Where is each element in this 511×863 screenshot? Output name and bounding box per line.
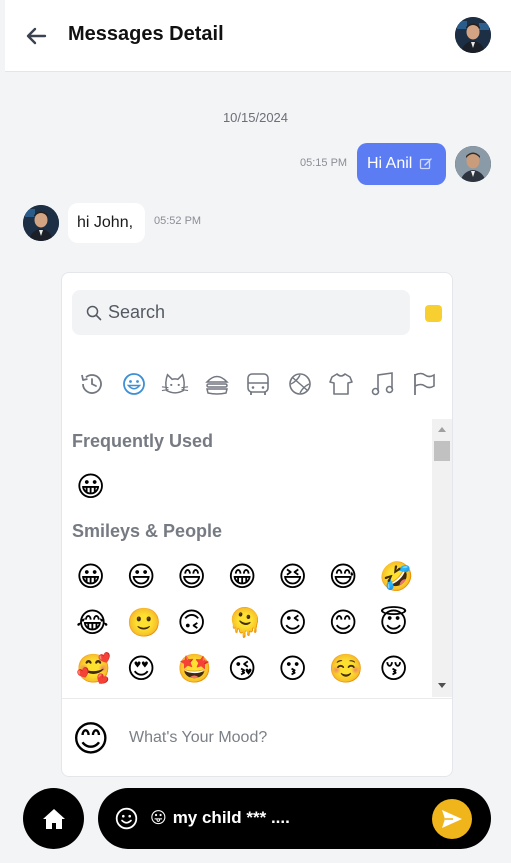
section-title: Smileys & People xyxy=(72,521,223,541)
smileys-icon[interactable] xyxy=(120,370,148,398)
emoji-item[interactable]: 😅 xyxy=(329,557,380,597)
send-button[interactable] xyxy=(432,799,472,839)
outgoing-message-bubble[interactable]: Hi Anil xyxy=(357,143,446,185)
arrow-left-icon xyxy=(26,27,47,45)
emoji-search-input[interactable] xyxy=(108,302,388,323)
message-text: Hi Anil xyxy=(367,155,413,172)
emoji-item[interactable]: 😊 xyxy=(329,603,380,643)
emoji-item[interactable]: 🫠 xyxy=(228,603,279,643)
emoji-item[interactable]: 😀 xyxy=(76,467,127,507)
message-time: 05:52 PM xyxy=(154,215,202,227)
receiver-avatar xyxy=(23,205,59,241)
edit-icon[interactable] xyxy=(419,157,433,171)
incoming-message-bubble[interactable]: hi John, xyxy=(68,203,145,243)
flags-icon[interactable] xyxy=(410,370,438,398)
emoji-category-bar xyxy=(78,370,438,400)
emoji-search-box[interactable] xyxy=(72,290,410,335)
message-input-text: my child *** .... xyxy=(172,808,290,827)
food-icon[interactable] xyxy=(203,370,231,398)
search-icon xyxy=(86,305,102,320)
sender-avatar xyxy=(455,146,491,182)
emoji-item[interactable]: 🥰 xyxy=(76,649,127,689)
emoji-item[interactable]: 🤩 xyxy=(177,649,228,689)
symbols-icon[interactable] xyxy=(369,370,397,398)
message-text: hi John, xyxy=(77,214,134,231)
send-icon xyxy=(442,810,462,828)
home-icon xyxy=(42,808,65,829)
emoji-item[interactable]: 🤣 xyxy=(379,557,430,597)
travel-icon[interactable] xyxy=(244,370,272,398)
smileys-emoji-grid: 😀 😃 😄 😁 😆 😅 🤣 😂 🙂 🙃 🫠 😉 😊 😇 🥰 😍 🤩 😘 😗 ☺️… xyxy=(76,557,430,689)
emoji-item[interactable]: 😂 xyxy=(76,603,127,643)
emoji-item[interactable]: 😘 xyxy=(228,649,279,689)
preview-emoji: 😊 xyxy=(72,718,110,759)
emoji-item[interactable]: 😗 xyxy=(278,649,329,689)
message-composer[interactable]: 😛 my child *** .... xyxy=(98,788,491,849)
activity-icon[interactable] xyxy=(286,370,314,398)
back-button[interactable] xyxy=(23,22,51,50)
preview-text: What's Your Mood? xyxy=(129,729,268,746)
message-time: 05:15 PM xyxy=(300,157,348,169)
emoji-item[interactable]: 😁 xyxy=(228,557,279,597)
inline-emoji: 😛 xyxy=(150,810,167,827)
home-button[interactable] xyxy=(23,788,84,849)
emoji-item[interactable]: 🙃 xyxy=(177,603,228,643)
frequent-emoji-grid: 😀 xyxy=(76,467,430,507)
emoji-item[interactable]: 🙂 xyxy=(127,603,178,643)
page-title: Messages Detail xyxy=(68,23,224,45)
emoji-item[interactable]: 😚 xyxy=(379,649,430,689)
skin-tone-selector[interactable] xyxy=(425,305,442,322)
scroll-up-arrow-icon[interactable] xyxy=(438,427,446,432)
message-input[interactable]: 😛 my child *** .... xyxy=(150,808,290,828)
header-bar: Messages Detail xyxy=(5,0,511,72)
emoji-item[interactable]: 😍 xyxy=(127,649,178,689)
emoji-list-scrollbar[interactable] xyxy=(432,419,452,697)
smiley-icon xyxy=(115,807,138,830)
emoji-item[interactable]: 😀 xyxy=(76,557,127,597)
user-avatar[interactable] xyxy=(455,17,491,53)
section-title: Frequently Used xyxy=(72,431,214,451)
recent-icon[interactable] xyxy=(78,370,106,398)
objects-icon[interactable] xyxy=(327,370,355,398)
scroll-thumb[interactable] xyxy=(434,441,450,461)
date-separator: 10/15/2024 xyxy=(222,110,289,125)
emoji-item[interactable]: ☺️ xyxy=(329,649,380,689)
emoji-item[interactable]: 😉 xyxy=(278,603,329,643)
emoji-item[interactable]: 😇 xyxy=(379,603,430,643)
emoji-picker: Frequently Used 😀 Smileys & People 😀 😃 😄… xyxy=(61,272,453,777)
emoji-item[interactable]: 😃 xyxy=(127,557,178,597)
emoji-item[interactable]: 😄 xyxy=(177,557,228,597)
emoji-preview: 😊 What's Your Mood? xyxy=(62,698,452,776)
emoji-list: Frequently Used 😀 Smileys & People 😀 😃 😄… xyxy=(62,419,432,699)
animals-icon[interactable] xyxy=(161,370,189,398)
scroll-down-arrow-icon[interactable] xyxy=(438,683,446,688)
emoji-toggle-button[interactable] xyxy=(115,807,138,830)
emoji-item[interactable]: 😆 xyxy=(278,557,329,597)
